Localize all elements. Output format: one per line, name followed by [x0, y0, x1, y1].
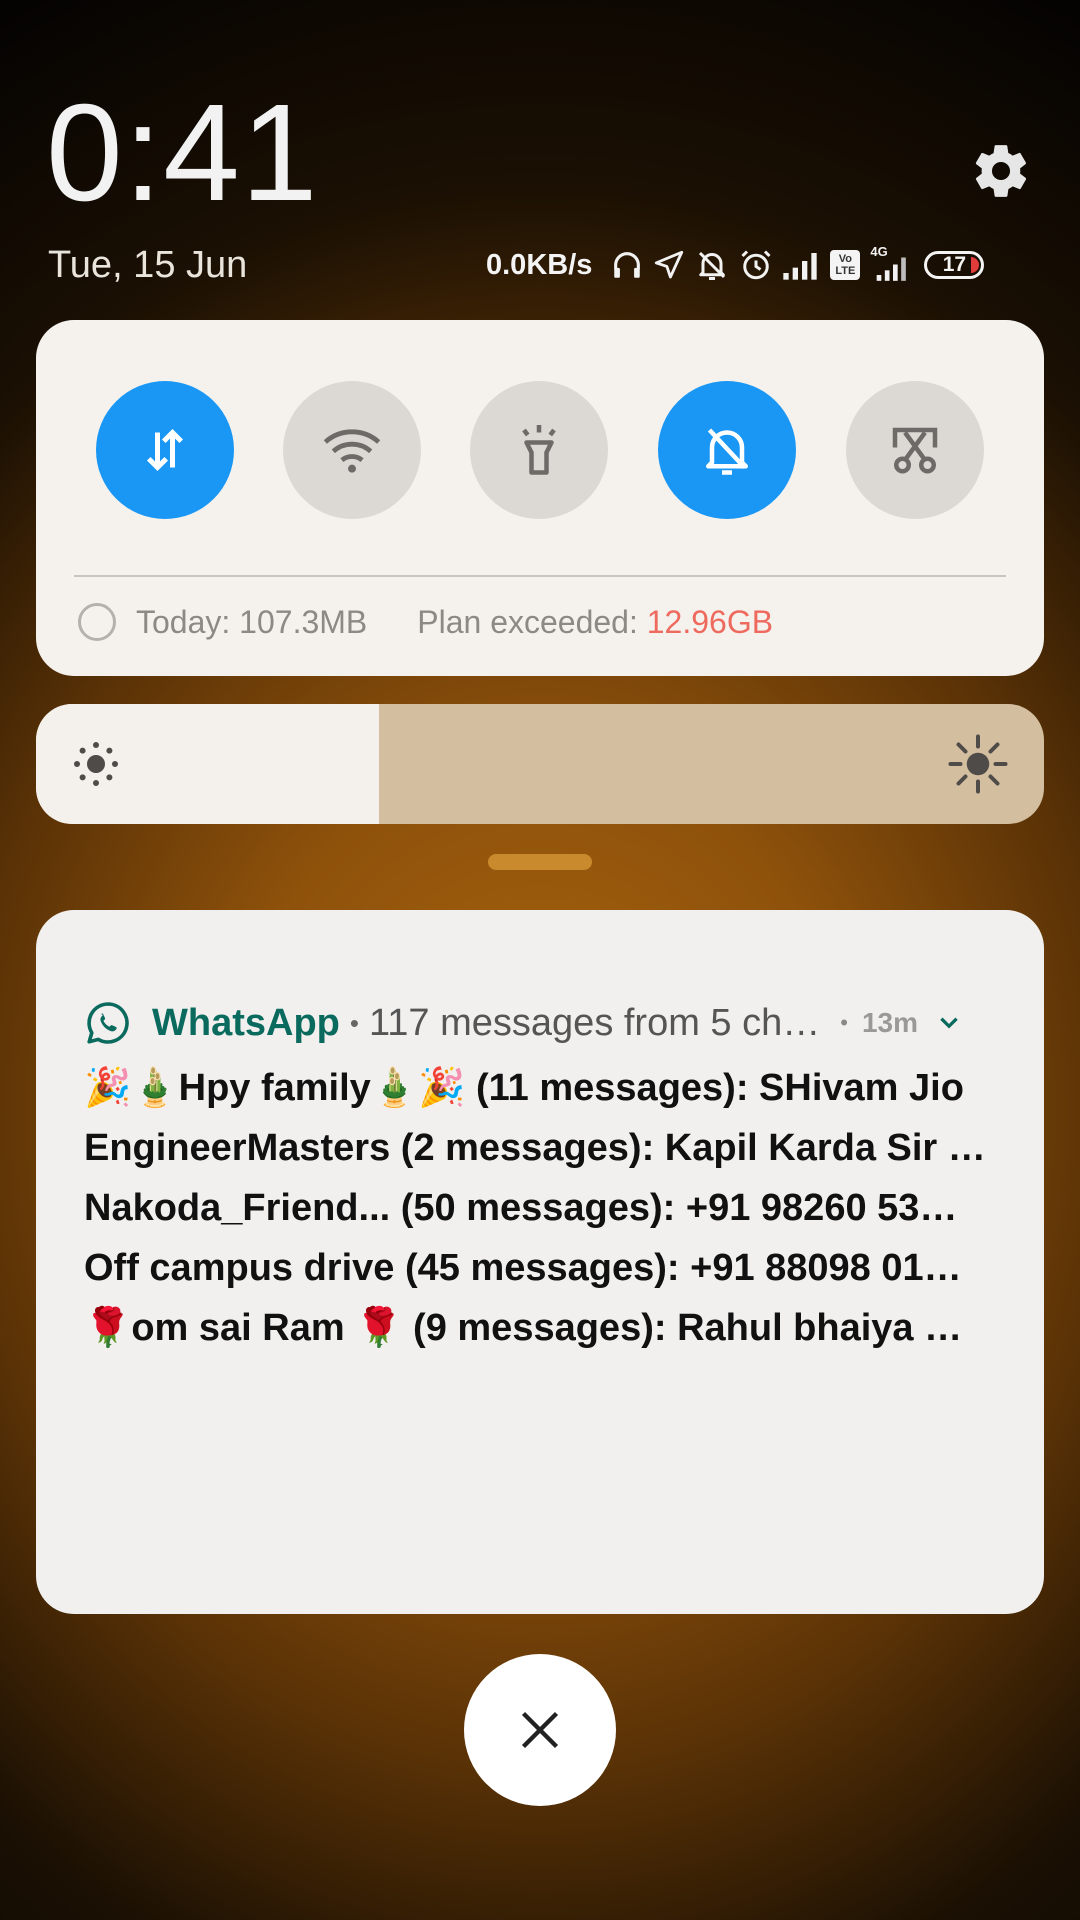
- status-icons: 0.0KB/s Vo LTE 4G 17: [486, 242, 985, 288]
- drag-handle[interactable]: [488, 854, 592, 870]
- message-line: Nakoda_Friend... (50 messages): +91 9826…: [84, 1187, 958, 1229]
- data-transfer-icon: [146, 428, 184, 472]
- plan-exceeded-label: Plan exceeded:: [417, 603, 647, 640]
- network-speed: 0.0KB/s: [486, 248, 593, 281]
- wifi-icon: [323, 429, 381, 473]
- close-icon: [521, 1711, 559, 1749]
- clock: 0:41: [46, 76, 319, 230]
- message-line: 🎉🎍Hpy family🎍🎉 (11 messages): SHivam Jio: [84, 1067, 964, 1109]
- clear-notifications-button[interactable]: [464, 1654, 616, 1806]
- message-line: EngineerMasters (2 messages): Kapil Kard…: [84, 1127, 986, 1169]
- separator-dot: •: [840, 1010, 848, 1035]
- location-icon: [655, 250, 684, 279]
- toggle-screenshot[interactable]: [846, 381, 984, 519]
- alarm-icon: [741, 250, 771, 280]
- volte-icon: Vo LTE: [830, 250, 861, 280]
- muted-bell-icon: [706, 428, 748, 475]
- message-list: 🎉🎍Hpy family🎍🎉 (11 messages): SHivam Jio…: [84, 1058, 1024, 1358]
- notification-time: 13m: [861, 1007, 919, 1038]
- today-usage: Today: 107.3MB: [136, 603, 368, 640]
- battery-icon: 17: [924, 251, 985, 279]
- message-line: Off campus drive (45 messages): +91 8809…: [84, 1247, 962, 1289]
- brightness-slider[interactable]: [36, 704, 1044, 824]
- toggle-mute[interactable]: [658, 381, 796, 519]
- separator-dot: •: [349, 1007, 359, 1038]
- flashlight-icon: [522, 425, 556, 475]
- brightness-low-icon: [74, 742, 118, 786]
- whatsapp-notification[interactable]: WhatsApp • 117 messages from 5 ch… • 13m…: [36, 910, 1044, 1614]
- date: Tue, 15 Jun: [48, 244, 248, 286]
- toggle-mobile-data[interactable]: [96, 381, 234, 519]
- data-usage-row[interactable]: Today: 107.3MB Plan exceeded: 12.96GB: [78, 603, 773, 641]
- signal-4g-icon: 4G: [868, 244, 914, 282]
- muted-bell-icon: [699, 251, 726, 280]
- signal-icon: [783, 253, 818, 280]
- battery-low-indicator: [971, 257, 980, 273]
- toggle-flashlight[interactable]: [470, 381, 608, 519]
- message-line: 🌹om sai Ram 🌹 (9 messages): Rahul bhaiya…: [84, 1307, 963, 1349]
- settings-gear-icon[interactable]: [970, 140, 1032, 202]
- brightness-high-icon: [948, 734, 1008, 794]
- quick-settings-panel: Today: 107.3MB Plan exceeded: 12.96GB: [36, 320, 1044, 676]
- notification-header: WhatsApp • 117 messages from 5 ch… • 13m: [84, 995, 1004, 1051]
- chevron-down-icon[interactable]: [936, 1010, 962, 1036]
- data-usage-ring-icon: [78, 603, 116, 641]
- notification-summary: 117 messages from 5 ch…: [368, 1001, 821, 1044]
- toggle-wifi[interactable]: [283, 381, 421, 519]
- scissors-icon: [892, 427, 938, 474]
- headset-icon: [614, 252, 641, 278]
- divider: [74, 575, 1006, 577]
- whatsapp-icon: [87, 1002, 129, 1044]
- plan-exceeded-value: 12.96GB: [646, 603, 774, 640]
- app-name: WhatsApp: [152, 1001, 340, 1044]
- battery-level: 17: [942, 253, 967, 276]
